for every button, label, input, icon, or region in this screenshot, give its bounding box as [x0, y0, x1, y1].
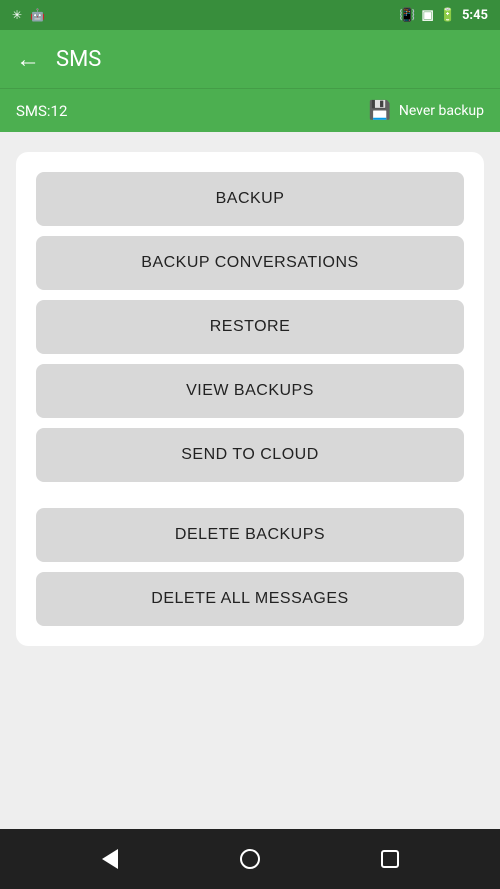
action-card: BACKUP BACKUP CONVERSATIONS RESTORE VIEW… [16, 152, 484, 646]
sub-header: SMS:12 💾 Never backup [0, 88, 500, 132]
view-backups-button[interactable]: VIEW BACKUPS [36, 364, 464, 418]
spacer [36, 492, 464, 508]
delete-backups-button[interactable]: DELETE BACKUPS [36, 508, 464, 562]
signal-block-icon: ▣ [421, 8, 433, 23]
recent-square-icon [381, 850, 399, 868]
backup-info: 💾 Never backup [368, 100, 484, 121]
app-title: SMS [56, 47, 484, 72]
time-display: 5:45 [462, 8, 488, 23]
nav-recent-button[interactable] [370, 839, 410, 879]
sms-count: SMS:12 [16, 102, 67, 120]
app-bar: ← SMS [0, 30, 500, 88]
status-bar: ✳ 🤖 📳 ▣ 🔋 5:45 [0, 0, 500, 30]
astro-icon: ✳ [12, 8, 22, 22]
status-bar-right: 📳 ▣ 🔋 5:45 [399, 8, 488, 23]
nav-home-button[interactable] [230, 839, 270, 879]
backup-button[interactable]: BACKUP [36, 172, 464, 226]
home-circle-icon [240, 849, 260, 869]
send-to-cloud-button[interactable]: SEND TO CLOUD [36, 428, 464, 482]
bottom-nav [0, 829, 500, 889]
battery-icon: 🔋 [440, 8, 456, 23]
android-icon: 🤖 [30, 8, 45, 22]
backup-conversations-button[interactable]: BACKUP CONVERSATIONS [36, 236, 464, 290]
save-icon: 💾 [368, 100, 390, 121]
status-bar-left: ✳ 🤖 [12, 8, 45, 22]
main-content: BACKUP BACKUP CONVERSATIONS RESTORE VIEW… [0, 132, 500, 829]
nav-back-button[interactable] [90, 839, 130, 879]
back-button[interactable]: ← [16, 45, 40, 74]
restore-button[interactable]: RESTORE [36, 300, 464, 354]
vibrate-icon: 📳 [399, 8, 415, 23]
backup-status: Never backup [399, 103, 484, 119]
back-triangle-icon [102, 849, 118, 869]
delete-all-messages-button[interactable]: DELETE ALL MESSAGES [36, 572, 464, 626]
